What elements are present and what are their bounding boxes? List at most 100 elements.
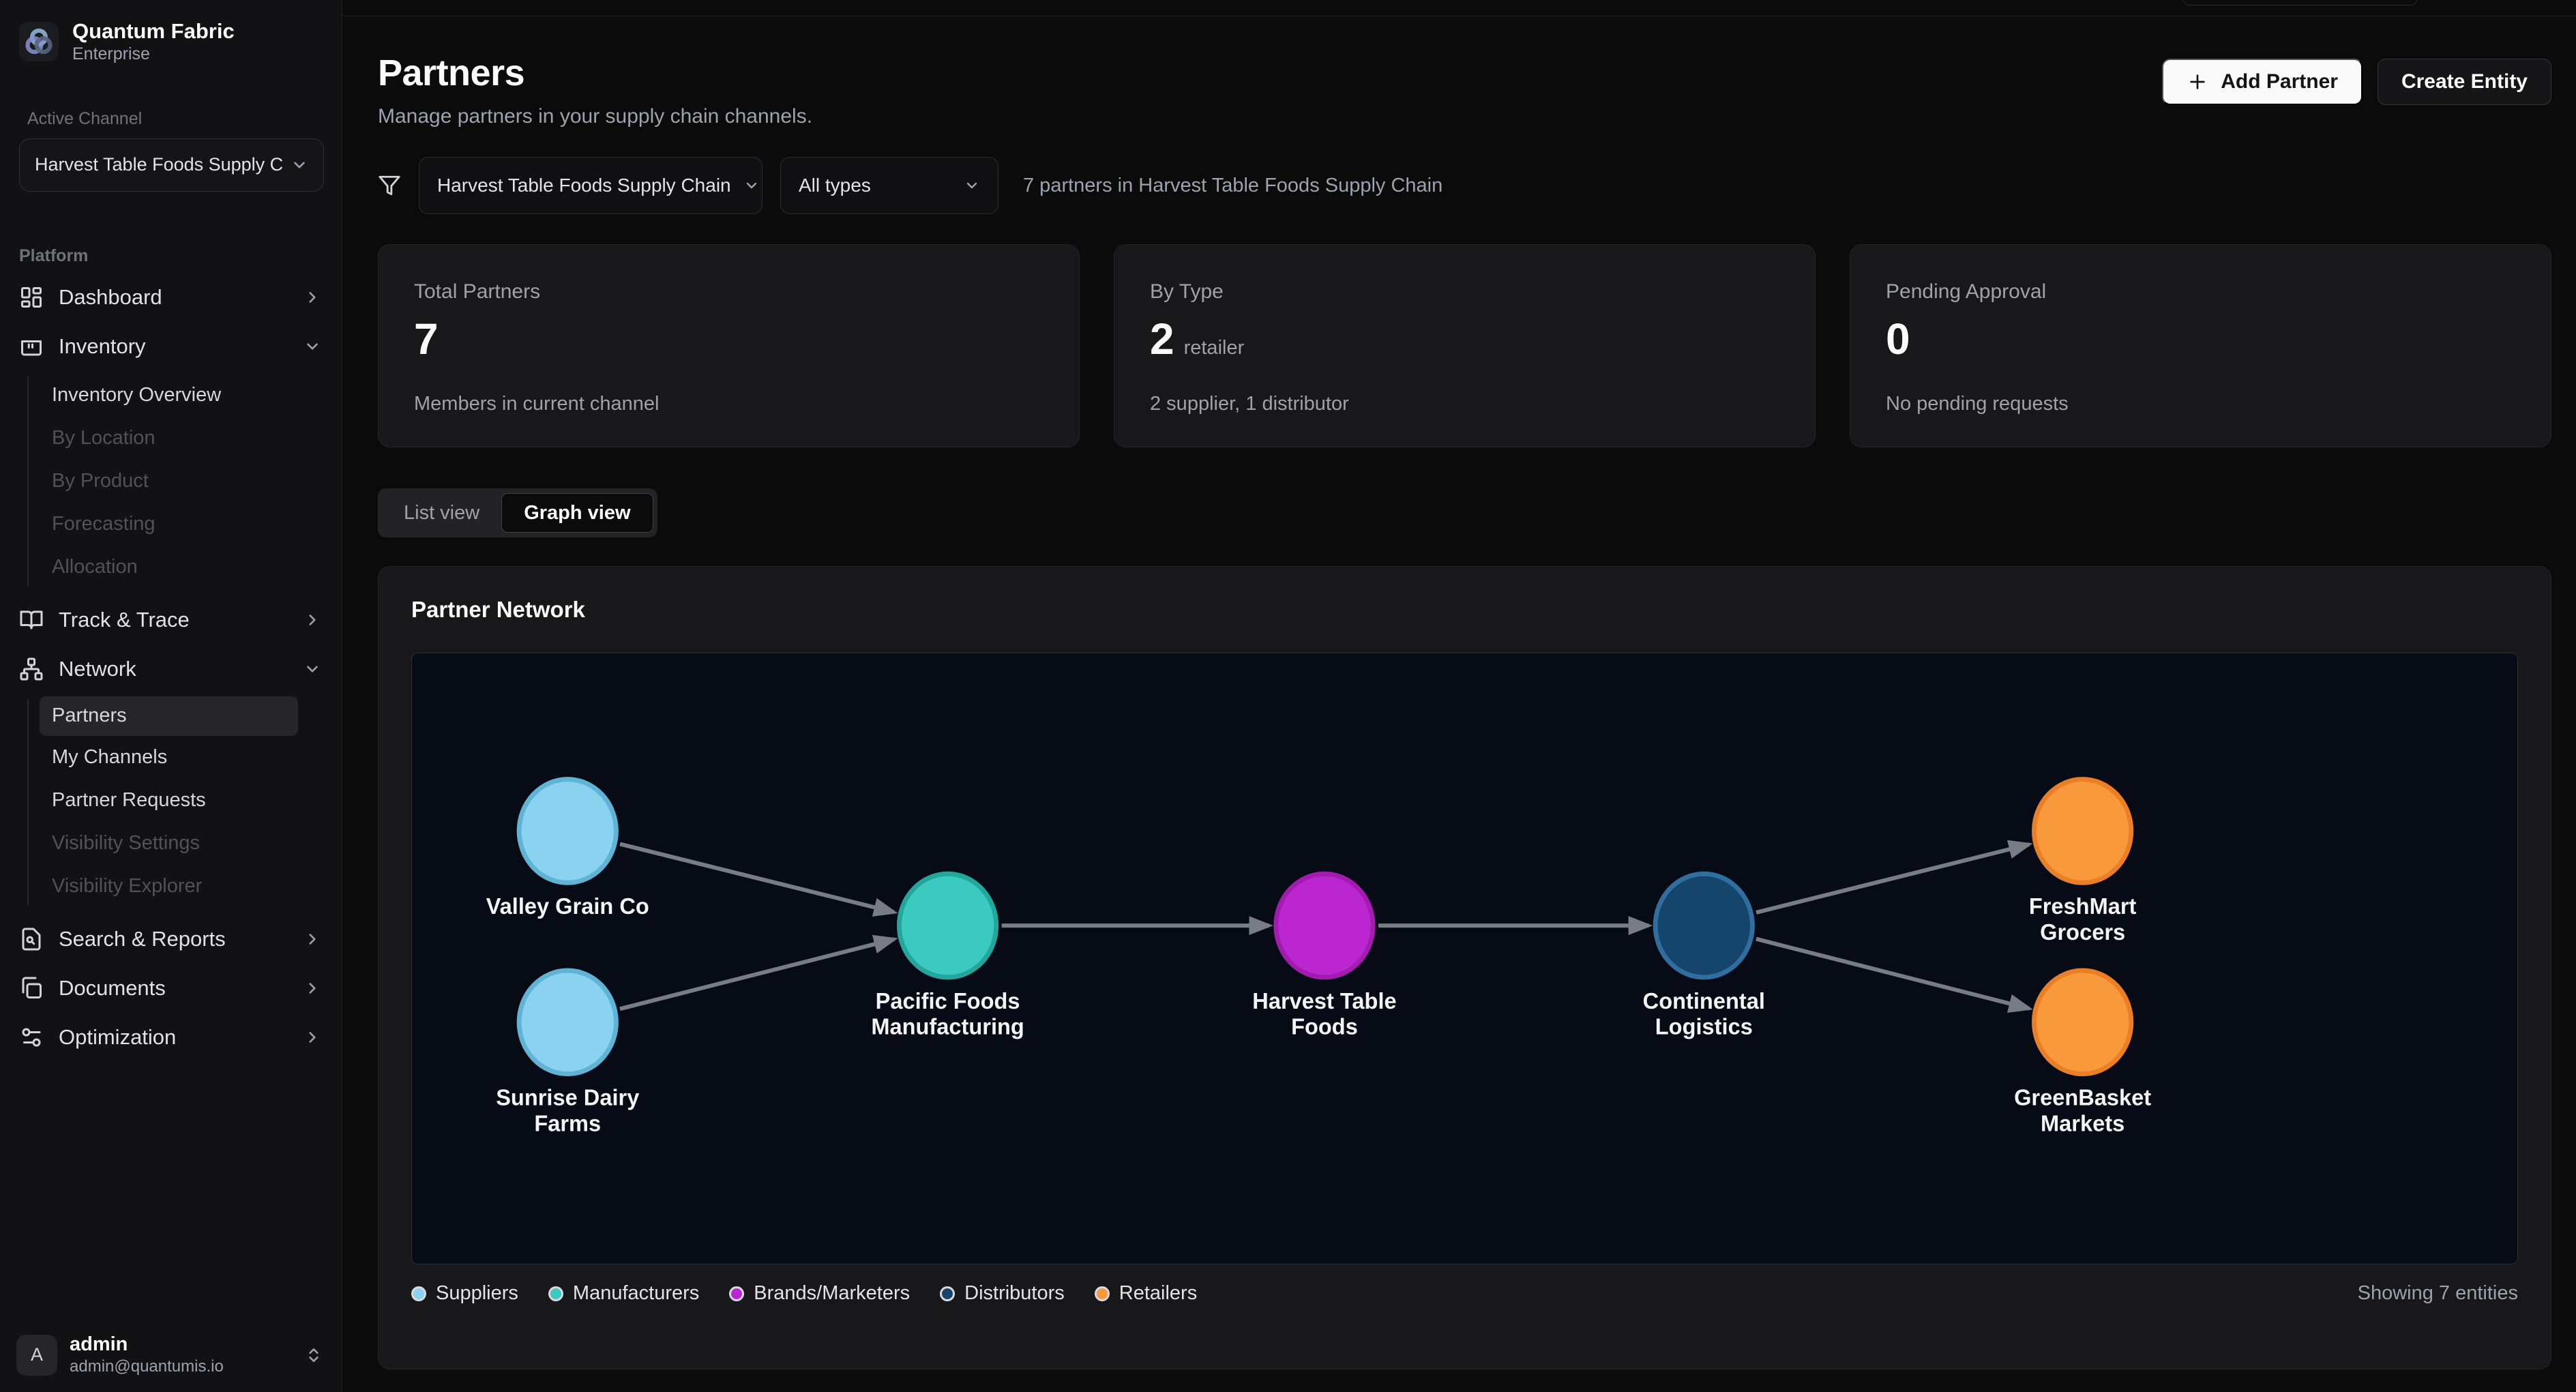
legend-item-retailers: Retailers: [1095, 1282, 1197, 1305]
chevron-down-icon: [964, 177, 980, 194]
retailer-dot-icon: [1095, 1286, 1110, 1301]
chevrons-up-down-icon: [305, 1346, 323, 1364]
sliders-icon: [19, 1025, 44, 1050]
graph-node-valley[interactable]: [519, 780, 616, 883]
filter-summary: 7 partners in Harvest Table Foods Supply…: [1023, 175, 1442, 197]
sidebar-item-by-location[interactable]: By Location: [0, 417, 342, 460]
sidebar-item-visibility-settings[interactable]: Visibility Settings: [0, 822, 342, 865]
graph-node-label-continental: ContinentalLogistics: [1643, 988, 1765, 1039]
network-submenu: Partners My Channels Partner Requests Vi…: [0, 694, 342, 915]
sidebar-item-partner-requests[interactable]: Partner Requests: [0, 779, 342, 822]
sidebar-item-network[interactable]: Network: [0, 645, 342, 694]
stat-value: 0: [1886, 317, 1910, 361]
chevron-down-icon: [743, 177, 760, 194]
graph-node-label-valley: Valley Grain Co: [486, 893, 649, 919]
graph-node-greenbasket[interactable]: [2034, 971, 2131, 1074]
partner-network-card: Partner Network Valley Grain Co Sunrise D…: [378, 566, 2551, 1369]
sidebar-item-my-channels[interactable]: My Channels: [0, 736, 342, 779]
sidebar-item-allocation[interactable]: Allocation: [0, 546, 342, 589]
sidebar-item-forecasting[interactable]: Forecasting: [0, 503, 342, 546]
app-root: Quantum Fabric Enterprise Active Channel…: [0, 0, 2576, 1392]
legend-label: Manufacturers: [573, 1282, 699, 1305]
page-subtitle: Manage partners in your supply chain cha…: [378, 105, 812, 128]
sidebar-item-track-trace[interactable]: Track & Trace: [0, 595, 342, 645]
stat-card-pending-approval: Pending Approval 0 No pending requests: [1850, 244, 2551, 447]
view-tabs: List view Graph view: [378, 488, 657, 537]
user-name: admin: [70, 1333, 293, 1357]
sidebar-item-partners[interactable]: Partners: [40, 696, 298, 736]
chevron-right-icon: [304, 930, 321, 948]
graph-node-label-harvest: Harvest TableFoods: [1252, 988, 1396, 1039]
graph-node-label-sunrise: Sunrise DairyFarms: [496, 1084, 640, 1136]
network-canvas-svg: Valley Grain Co Sunrise DairyFarms Pacific…: [412, 653, 2517, 1264]
sidebar-item-label: Optimization: [59, 1025, 288, 1050]
stat-card-total-partners: Total Partners 7 Members in current chan…: [378, 244, 1080, 447]
filter-funnel-icon: [378, 174, 401, 197]
legend-label: Distributors: [964, 1282, 1065, 1305]
graph-node-label-pacific: Pacific FoodsManufacturing: [871, 988, 1024, 1039]
network-legend: Suppliers Manufacturers Brands/Marketers…: [411, 1282, 2518, 1305]
legend-item-manufacturers: Manufacturers: [548, 1282, 699, 1305]
user-menu[interactable]: A admin admin@quantumis.io: [0, 1319, 342, 1392]
user-email: admin@quantumis.io: [70, 1357, 293, 1377]
chevron-down-icon: [304, 660, 321, 678]
legend-item-suppliers: Suppliers: [411, 1282, 518, 1305]
sidebar-item-documents[interactable]: Documents: [0, 964, 342, 1013]
graph-node-label-greenbasket: GreenBasketMarkets: [2014, 1084, 2151, 1136]
sidebar: Quantum Fabric Enterprise Active Channel…: [0, 0, 342, 1392]
topbar: [342, 0, 2576, 16]
sidebar-item-by-product[interactable]: By Product: [0, 460, 342, 503]
chevron-down-icon: [291, 156, 308, 174]
legend-label: Brands/Marketers: [754, 1282, 910, 1305]
stat-value: 7: [414, 317, 439, 361]
sidebar-item-label: Documents: [59, 976, 288, 1001]
stat-footnote: No pending requests: [1886, 393, 2515, 415]
showing-entities-count: Showing 7 entities: [2358, 1282, 2518, 1305]
graph-node-continental[interactable]: [1655, 874, 1752, 977]
chevron-right-icon: [304, 1028, 321, 1046]
stat-label: Pending Approval: [1886, 280, 2515, 303]
sidebar-item-visibility-explorer[interactable]: Visibility Explorer: [0, 865, 342, 908]
sidebar-item-label: Network: [59, 657, 288, 681]
brand-dot-icon: [729, 1286, 744, 1301]
sidebar-item-inventory-overview[interactable]: Inventory Overview: [0, 374, 342, 417]
legend-label: Suppliers: [436, 1282, 518, 1305]
sidebar-item-optimization[interactable]: Optimization: [0, 1013, 342, 1062]
sidebar-item-search-reports[interactable]: Search & Reports: [0, 915, 342, 964]
inventory-icon: [19, 334, 44, 359]
graph-edge-sunrise-pacific: [620, 939, 894, 1009]
sidebar-item-label: Track & Trace: [59, 608, 288, 632]
graph-edge-continental-greenbasket: [1756, 939, 2029, 1009]
graph-node-harvest[interactable]: [1276, 874, 1373, 977]
book-open-icon: [19, 608, 44, 632]
graph-edge-valley-pacific: [620, 844, 894, 913]
topbar-cropped-element: [2182, 0, 2418, 5]
create-entity-label: Create Entity: [2401, 70, 2528, 93]
sidebar-item-inventory[interactable]: Inventory: [0, 322, 342, 371]
active-channel-label: Active Channel: [0, 109, 342, 129]
partner-network-title: Partner Network: [411, 597, 2518, 623]
page-title: Partners: [378, 52, 812, 94]
add-partner-button[interactable]: Add Partner: [2162, 59, 2363, 105]
sidebar-item-label: Inventory: [59, 334, 288, 359]
chevron-right-icon: [304, 611, 321, 629]
graph-node-pacific[interactable]: [899, 874, 996, 977]
stat-card-by-type: By Type 2 retailer 2 supplier, 1 distrib…: [1114, 244, 1816, 447]
brand-name: Quantum Fabric: [72, 19, 235, 44]
manufacturer-dot-icon: [548, 1286, 563, 1301]
dashboard-icon: [19, 285, 44, 310]
chevron-right-icon: [304, 979, 321, 997]
stat-footnote: 2 supplier, 1 distributor: [1150, 393, 1779, 415]
graph-node-sunrise[interactable]: [519, 971, 616, 1074]
tab-graph-view[interactable]: Graph view: [501, 493, 653, 533]
type-filter-dropdown[interactable]: All types: [780, 157, 998, 214]
add-partner-label: Add Partner: [2221, 70, 2338, 93]
create-entity-button[interactable]: Create Entity: [2378, 59, 2551, 105]
platform-section-label: Platform: [0, 246, 342, 266]
sidebar-item-dashboard[interactable]: Dashboard: [0, 273, 342, 322]
channel-select[interactable]: Harvest Table Foods Supply Chain: [19, 138, 324, 192]
channel-filter-dropdown[interactable]: Harvest Table Foods Supply Chain: [419, 157, 763, 214]
tab-list-view[interactable]: List view: [382, 493, 501, 533]
network-canvas[interactable]: Valley Grain Co Sunrise DairyFarms Pacific…: [411, 653, 2518, 1264]
graph-node-freshmart[interactable]: [2034, 780, 2131, 883]
